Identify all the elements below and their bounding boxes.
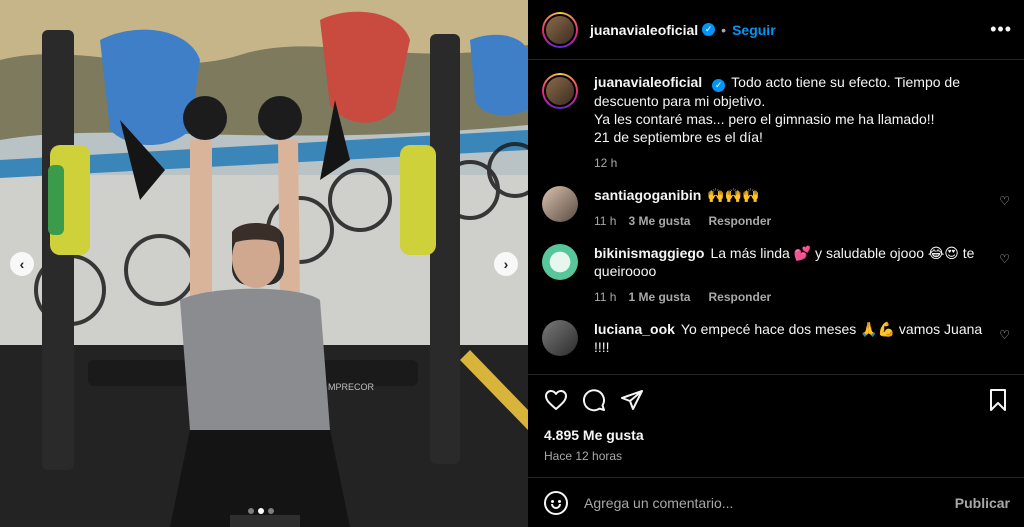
reply-button[interactable]: Responder bbox=[708, 212, 771, 230]
caption-line: 21 de septiembre es el día! bbox=[594, 128, 763, 145]
verified-badge-icon: ✓ bbox=[702, 23, 716, 36]
carousel-indicator bbox=[248, 508, 274, 514]
comment-text: 🙌🙌🙌 bbox=[707, 186, 760, 203]
more-options-icon[interactable]: ••• bbox=[990, 19, 1012, 40]
comment-username[interactable]: luciana_ook bbox=[594, 321, 675, 337]
caption-time[interactable]: 12 h bbox=[594, 154, 617, 172]
post-side-panel: juanavialeoficial ✓ • Seguir ••• juanavi… bbox=[528, 0, 1024, 527]
comment-item: bikinismaggiego La más linda 💕 y saludabl… bbox=[542, 243, 1010, 306]
commenter-avatar[interactable] bbox=[542, 243, 578, 280]
comment-composer: Publicar bbox=[528, 477, 1024, 527]
follow-button[interactable]: Seguir bbox=[732, 22, 776, 38]
caption-avatar[interactable] bbox=[542, 73, 578, 109]
caption-line: Ya les contaré mas... pero el gimnasio m… bbox=[594, 110, 935, 127]
comment-item: luciana_ook Yo empecé hace dos meses 🙏💪 v… bbox=[542, 319, 1010, 356]
likes-count[interactable]: 4.895 Me gusta bbox=[544, 427, 1010, 443]
comment-time[interactable]: 11 h bbox=[594, 212, 616, 230]
gym-photo-illustration: MPRECOR bbox=[0, 0, 528, 527]
share-send-icon[interactable] bbox=[620, 388, 644, 412]
emoji-picker-icon[interactable] bbox=[544, 490, 568, 515]
comment-likes[interactable]: 1 Me gusta bbox=[628, 288, 690, 306]
comment-bubble-icon[interactable] bbox=[582, 388, 606, 412]
post-timestamp[interactable]: Hace 12 horas bbox=[544, 449, 1010, 463]
comment-username[interactable]: santiagoganibin bbox=[594, 187, 701, 203]
comment-time[interactable]: 11 h bbox=[594, 288, 616, 306]
comments-list[interactable]: juanavialeoficial ✓ Todo acto tiene su efe… bbox=[528, 61, 1024, 373]
carousel-dot bbox=[248, 508, 254, 514]
carousel-dot-active bbox=[258, 508, 264, 514]
commenter-avatar[interactable] bbox=[542, 185, 578, 222]
reply-button[interactable]: Responder bbox=[708, 288, 771, 306]
separator: • bbox=[721, 21, 727, 38]
comment-likes[interactable]: 3 Me gusta bbox=[628, 212, 690, 230]
publish-button[interactable]: Publicar bbox=[955, 495, 1010, 511]
post-photo[interactable]: MPRECOR ‹ › bbox=[0, 0, 528, 527]
commenter-avatar[interactable] bbox=[542, 319, 578, 356]
chevron-left-icon: ‹ bbox=[19, 256, 25, 272]
like-comment-heart-icon[interactable]: ♡ bbox=[999, 252, 1010, 266]
carousel-dot bbox=[268, 508, 274, 514]
like-comment-heart-icon[interactable]: ♡ bbox=[999, 328, 1010, 342]
carousel-next-button[interactable]: › bbox=[494, 252, 518, 276]
caption-username[interactable]: juanavialeoficial bbox=[594, 74, 702, 90]
bookmark-icon[interactable] bbox=[986, 388, 1010, 412]
carousel-prev-button[interactable]: ‹ bbox=[10, 252, 34, 276]
comment-username[interactable]: bikinismaggiego bbox=[594, 245, 704, 261]
post-actions: 4.895 Me gusta Hace 12 horas bbox=[528, 374, 1024, 463]
chevron-right-icon: › bbox=[503, 256, 509, 272]
post-header: juanavialeoficial ✓ • Seguir ••• bbox=[528, 0, 1024, 60]
verified-badge-icon: ✓ bbox=[712, 78, 726, 92]
author-avatar[interactable] bbox=[542, 11, 578, 48]
comment-item: santiagoganibin 🙌🙌🙌 11 h 3 Me gusta Respo… bbox=[542, 185, 1010, 230]
caption: juanavialeoficial ✓ Todo acto tiene su efe… bbox=[542, 73, 1010, 172]
comment-input[interactable] bbox=[584, 494, 955, 511]
like-comment-heart-icon[interactable]: ♡ bbox=[999, 194, 1010, 208]
author-username[interactable]: juanavialeoficial bbox=[590, 22, 698, 38]
brand-label: MPRECOR bbox=[328, 382, 375, 392]
like-heart-icon[interactable] bbox=[544, 388, 568, 412]
